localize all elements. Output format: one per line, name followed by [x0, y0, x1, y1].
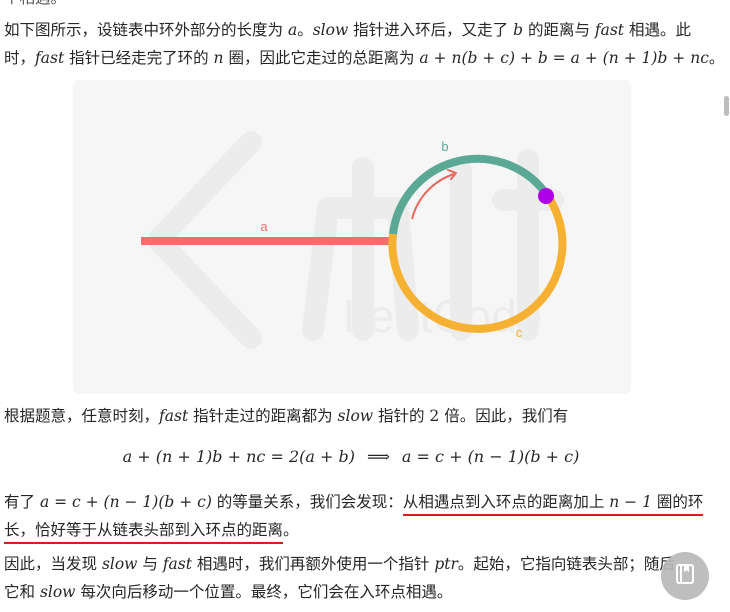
watermark-text: LeetCode	[343, 290, 543, 342]
paragraph-3-line-2: 长，恰好等于从链表头部到入环点的距离。	[4, 518, 299, 544]
cycle-diagram-svg: LeetCode a b c	[141, 131, 567, 349]
meeting-point	[538, 188, 554, 204]
paragraph-3-line-1: 有了 a = c + (n − 1)(b + c) 的等量关系，我们会发现：从相…	[4, 490, 704, 516]
cycle-diagram: LeetCode a b c	[73, 80, 631, 394]
paragraph-1-line-1: 如下图所示，设链表中环外部分的长度为 a。slow 指针进入环后，又走了 b 的…	[4, 21, 691, 39]
label-c: c	[516, 325, 523, 340]
paragraph-1-line-2: 时，fast 指针已经走完了环的 n 圈，因此它走过的总距离为 a + n(b …	[4, 49, 725, 67]
distance-equation: a + n(b + c) + b = a + (n + 1)b + nc	[419, 49, 709, 67]
paragraph-4-line-2: 它和 slow 每次向后移动一个位置。最终，它们会在入环点相遇。	[4, 583, 453, 601]
notes-fab-button[interactable]	[661, 552, 709, 600]
clipped-top-text: 个相遇。	[4, 0, 66, 10]
book-icon	[674, 563, 696, 589]
paragraph-2: 根据题意，任意时刻，fast 指针走过的距离都为 slow 指针的 2 倍。因此…	[4, 407, 569, 425]
label-a: a	[260, 219, 268, 234]
label-b: b	[441, 139, 448, 154]
underlined-conclusion-part-2: 长，恰好等于从链表头部到入环点的距离	[4, 521, 284, 544]
display-formula: a + (n + 1)b + nc = 2(a + b) ⟹ a = c + (n …	[122, 447, 580, 466]
scrollbar-thumb[interactable]	[724, 96, 729, 116]
paragraph-4-line-1: 因此，当发现 slow 与 fast 相遇时，我们再额外使用一个指针 ptr。起…	[4, 555, 691, 573]
underlined-conclusion-part-1: 从相遇点到入环点的距离加上 n − 1 圈的环	[402, 493, 704, 516]
